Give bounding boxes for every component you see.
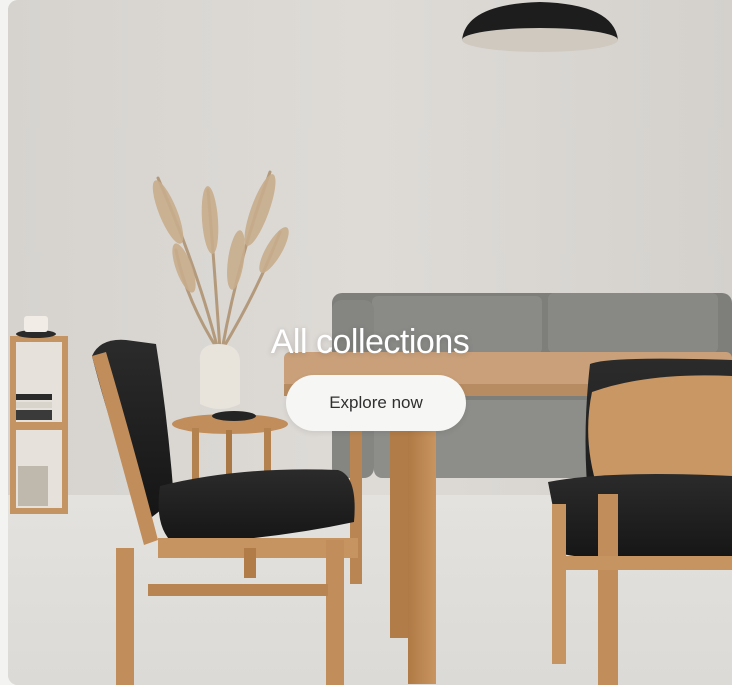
hero-background-image (8, 0, 732, 685)
hero-banner: All collections Explore now (8, 0, 732, 685)
wooden-shelf (10, 316, 68, 514)
explore-now-button[interactable]: Explore now (286, 375, 466, 431)
